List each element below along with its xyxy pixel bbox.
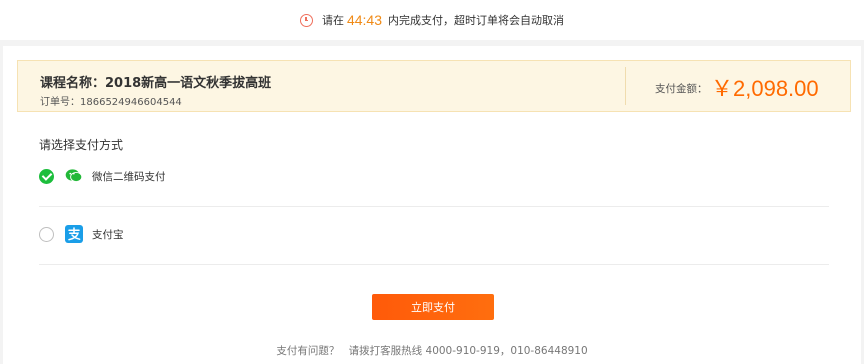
payment-option-alipay[interactable]: 支付宝 bbox=[39, 214, 829, 254]
alipay-radio[interactable] bbox=[39, 226, 54, 242]
countdown-bar: 请在 44:43 内完成支付，超时订单将会自动取消 bbox=[0, 0, 864, 40]
payment-panel: 课程名称：2018新高一语文秋季拔高班 订单号：1866524946604544… bbox=[3, 46, 861, 364]
pay-now-button[interactable]: 立即支付 bbox=[372, 294, 494, 320]
option-divider bbox=[39, 206, 829, 207]
wechat-radio[interactable] bbox=[39, 168, 54, 184]
amount-value: ￥2,098.00 bbox=[711, 76, 819, 101]
alipay-label: 支付宝 bbox=[92, 228, 124, 241]
summary-divider bbox=[625, 67, 626, 105]
option-divider bbox=[39, 264, 829, 265]
countdown-suffix: 内完成支付，超时订单将会自动取消 bbox=[388, 14, 565, 27]
order-number: 订单号：1866524946604544 bbox=[40, 97, 182, 108]
countdown-time: 44:43 bbox=[346, 12, 383, 28]
wechat-pay-icon bbox=[65, 169, 83, 183]
payment-method-title: 请选择支付方式 bbox=[39, 138, 124, 152]
wechat-pay-label: 微信二维码支付 bbox=[92, 170, 166, 183]
order-summary: 课程名称：2018新高一语文秋季拔高班 订单号：1866524946604544… bbox=[17, 60, 851, 112]
support-hotline: 请拨打客服热线 4000-910-919，010-86448910 bbox=[348, 345, 588, 357]
countdown-prefix: 请在 bbox=[321, 14, 344, 27]
payment-option-wechat[interactable]: 微信二维码支付 bbox=[39, 156, 829, 196]
course-name: 课程名称：2018新高一语文秋季拔高班 bbox=[40, 76, 272, 91]
alipay-icon bbox=[65, 225, 83, 243]
support-footer: 支付有问题？ 请拨打客服热线 4000-910-919，010-86448910 bbox=[3, 343, 861, 358]
amount-label: 支付金额： bbox=[655, 83, 708, 95]
support-question: 支付有问题？ bbox=[276, 345, 340, 357]
clock-icon bbox=[299, 13, 313, 27]
